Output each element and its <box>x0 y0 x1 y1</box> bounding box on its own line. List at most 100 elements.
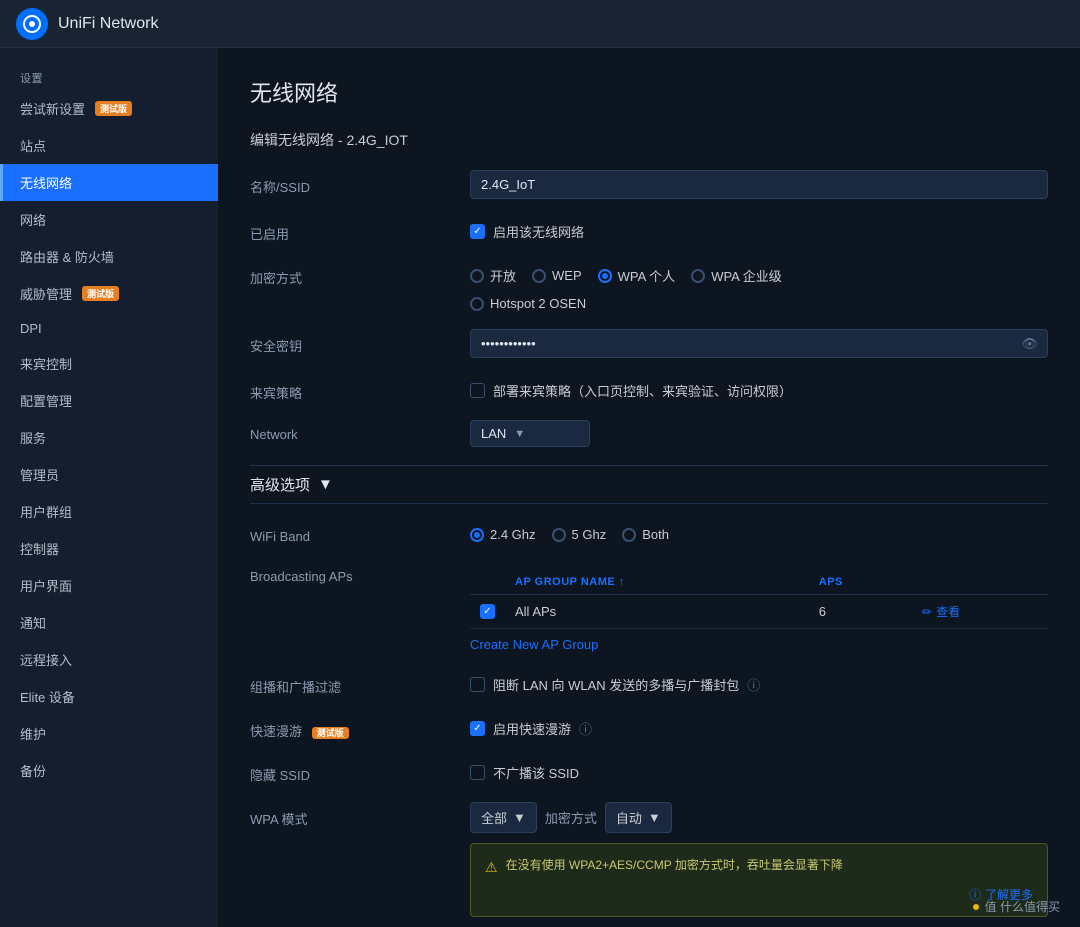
hidden-ssid-row: 隐藏 SSID 不广播该 SSID <box>250 758 1048 784</box>
hidden-ssid-checkbox-label[interactable]: 不广播该 SSID <box>470 758 1048 782</box>
network-select[interactable]: LAN ▼ <box>470 420 590 447</box>
ap-table-col-name[interactable]: AP GROUP NAME ↑ <box>505 570 809 595</box>
fast-roaming-checkbox-label[interactable]: ✓ 启用快速漫游 ⓘ <box>470 714 1048 738</box>
radio-24ghz[interactable]: 2.4 Ghz <box>470 527 536 542</box>
hidden-ssid-checkbox[interactable] <box>470 765 485 780</box>
sidebar-item-elite-devices[interactable]: Elite 设备 <box>0 678 218 715</box>
radio-wpa-enterprise[interactable]: WPA 企业级 <box>691 266 782 285</box>
enabled-checkbox-label[interactable]: ✓ 启用该无线网络 <box>470 217 1048 241</box>
wpa-mode-value: 全部 <box>481 808 507 827</box>
guest-policy-checkbox-label[interactable]: 部署来宾策略（入口页控制、来宾验证、访问权限） <box>470 376 1048 400</box>
enabled-row: 已启用 ✓ 启用该无线网络 <box>250 217 1048 243</box>
sidebar-item-user-groups[interactable]: 用户群组 <box>0 493 218 530</box>
sidebar-item-user-interface[interactable]: 用户界面 <box>0 567 218 604</box>
multicast-info-icon[interactable]: ⓘ <box>747 675 760 694</box>
checkmark-icon: ✓ <box>473 226 481 237</box>
sidebar-item-network[interactable]: 网络 <box>0 201 218 238</box>
ssid-input[interactable] <box>470 170 1048 199</box>
security-key-row: 安全密钥 👁 <box>250 329 1048 358</box>
radio-wep[interactable]: WEP <box>532 268 582 283</box>
ap-row-checkbox[interactable]: ✓ <box>480 604 495 619</box>
beta-badge-threat: 测试版 <box>82 286 119 301</box>
encryption-mode-select[interactable]: 自动 ▼ <box>605 802 672 833</box>
sidebar-item-guest-control[interactable]: 来宾控制 <box>0 345 218 382</box>
wpa-mode-select[interactable]: 全部 ▼ <box>470 802 537 833</box>
warning-triangle-icon: ⚠ <box>485 857 498 878</box>
radio-label-both: Both <box>642 527 669 542</box>
radio-wpa-personal[interactable]: WPA 个人 <box>598 266 676 285</box>
wifi-band-row: WiFi Band 2.4 Ghz 5 Ghz Both <box>250 522 1048 544</box>
beta-badge: 测试版 <box>95 101 132 116</box>
ap-row-action: ✏ 查看 <box>912 595 1048 629</box>
enabled-checkbox-text: 启用该无线网络 <box>493 222 584 241</box>
radio-circle-24ghz <box>470 528 484 542</box>
multicast-filter-label: 组播和广播过滤 <box>250 670 450 696</box>
sidebar-item-router-firewall[interactable]: 路由器 & 防火墙 <box>0 238 218 275</box>
wifi-band-control: 2.4 Ghz 5 Ghz Both <box>470 522 1048 542</box>
sidebar-item-dpi[interactable]: DPI <box>0 312 218 345</box>
advanced-options-toggle[interactable]: 高级选项 ▼ <box>250 465 1048 504</box>
sidebar-item-controller[interactable]: 控制器 <box>0 530 218 567</box>
edit-label: 查看 <box>936 603 960 620</box>
sidebar-item-wireless[interactable]: 无线网络 <box>0 164 218 201</box>
encryption-label: 加密方式 <box>250 261 450 287</box>
sidebar-item-notifications[interactable]: 通知 <box>0 604 218 641</box>
wpa-warning-box: ⚠ 在没有使用 WPA2+AES/CCMP 加密方式时，吞吐量会显著下降 ⓘ 了… <box>470 843 1048 917</box>
radio-circle-wpa-enterprise <box>691 269 705 283</box>
sidebar-item-label: 威胁管理 <box>20 284 72 303</box>
radio-5ghz[interactable]: 5 Ghz <box>552 527 607 542</box>
watermark-dot <box>973 904 979 910</box>
hidden-ssid-text: 不广播该 SSID <box>493 763 579 782</box>
radio-open[interactable]: 开放 <box>470 266 516 285</box>
sidebar-item-admin[interactable]: 管理员 <box>0 456 218 493</box>
advanced-options-label: 高级选项 <box>250 474 310 495</box>
sidebar-item-label: 配置管理 <box>20 391 72 410</box>
network-row: Network LAN ▼ <box>250 420 1048 447</box>
sidebar-item-maintenance[interactable]: 维护 <box>0 715 218 752</box>
enabled-label: 已启用 <box>250 217 450 243</box>
fast-roaming-badge: 测试版 <box>312 727 349 739</box>
radio-hotspot2[interactable]: Hotspot 2 OSEN <box>470 296 586 311</box>
wpa-warning-row: ⚠ 在没有使用 WPA2+AES/CCMP 加密方式时，吞吐量会显著下降 <box>485 856 1033 878</box>
sidebar-item-label: 网络 <box>20 210 46 229</box>
sidebar-item-label: 服务 <box>20 428 46 447</box>
radio-circle-open <box>470 269 484 283</box>
sidebar-item-config-management[interactable]: 配置管理 <box>0 382 218 419</box>
hidden-ssid-label: 隐藏 SSID <box>250 758 450 784</box>
wpa-mode-selects: 全部 ▼ 加密方式 自动 ▼ <box>470 802 1048 833</box>
guest-policy-checkbox[interactable] <box>470 383 485 398</box>
security-key-input[interactable] <box>470 329 1048 358</box>
content-area: 无线网络 编辑无线网络 - 2.4G_IOT 名称/SSID 已启用 ✓ 启用该… <box>218 48 1080 927</box>
radio-both[interactable]: Both <box>622 527 669 542</box>
create-ap-group-link[interactable]: Create New AP Group <box>470 637 598 652</box>
sidebar-item-backup[interactable]: 备份 <box>0 752 218 789</box>
show-password-icon[interactable]: 👁 <box>1021 336 1038 352</box>
sidebar-section-label: 设置 <box>0 64 218 90</box>
ap-row-name: All APs <box>505 595 809 629</box>
network-label: Network <box>250 420 450 442</box>
sidebar-item-remote-access[interactable]: 远程接入 <box>0 641 218 678</box>
fast-roaming-checkbox[interactable]: ✓ <box>470 721 485 736</box>
sidebar-item-site[interactable]: 站点 <box>0 127 218 164</box>
learn-more-row: ⓘ 了解更多 <box>485 886 1033 904</box>
sidebar-item-try-new-settings[interactable]: 尝试新设置 测试版 <box>0 90 218 127</box>
sidebar-item-threat-management[interactable]: 威胁管理 测试版 <box>0 275 218 312</box>
checkmark-icon: ✓ <box>473 723 481 734</box>
radio-label-wep: WEP <box>552 268 582 283</box>
sidebar-item-label: 无线网络 <box>20 173 72 192</box>
radio-circle-5ghz <box>552 528 566 542</box>
enabled-checkbox[interactable]: ✓ <box>470 224 485 239</box>
radio-label-hotspot2: Hotspot 2 OSEN <box>490 296 586 311</box>
sidebar-item-services[interactable]: 服务 <box>0 419 218 456</box>
multicast-filter-checkbox-label[interactable]: 阻断 LAN 向 WLAN 发送的多播与广播封包 ⓘ <box>470 670 1048 694</box>
ap-table-col-action <box>912 570 1048 595</box>
sidebar-item-label: 管理员 <box>20 465 59 484</box>
ap-row-checkbox-cell: ✓ <box>470 595 505 629</box>
ap-edit-button[interactable]: ✏ 查看 <box>922 603 1038 620</box>
fast-roaming-info-icon[interactable]: ⓘ <box>579 719 592 738</box>
fast-roaming-label: 快速漫游 测试版 <box>250 714 450 740</box>
sidebar-item-label: 维护 <box>20 724 46 743</box>
multicast-filter-checkbox[interactable] <box>470 677 485 692</box>
broadcasting-aps-row: Broadcasting APs AP GROUP NAME ↑ APS <box>250 562 1048 652</box>
radio-label-open: 开放 <box>490 266 516 285</box>
